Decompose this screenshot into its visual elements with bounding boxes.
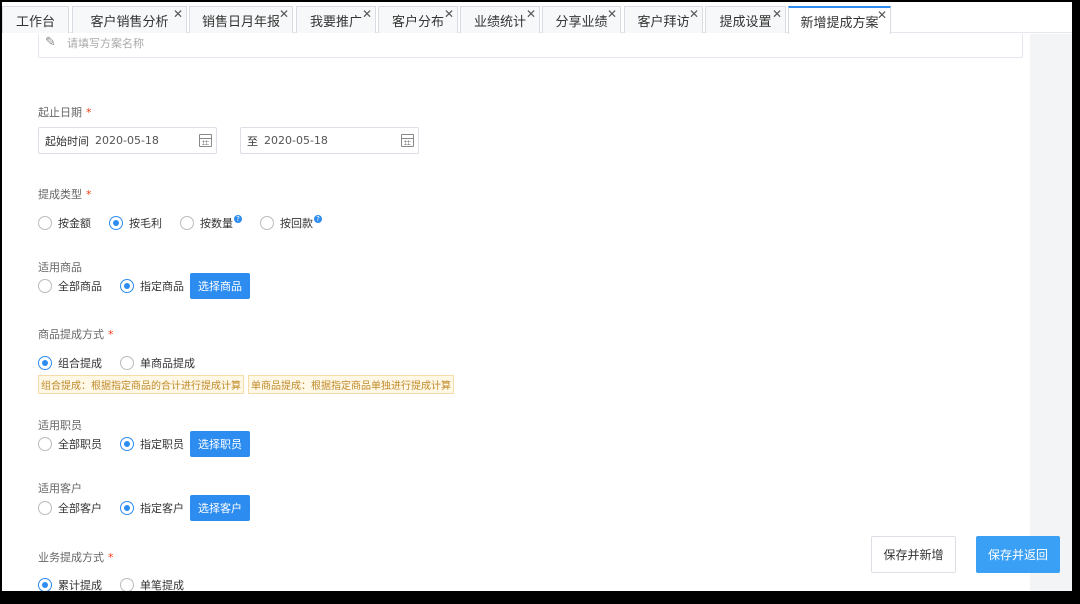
radio-all-customers[interactable]: 全部客户 <box>38 500 102 516</box>
tab-customer-sales-analysis[interactable]: 客户销售分析 ✕ <box>72 6 187 33</box>
tab-label: 工作台 <box>15 14 55 30</box>
tab-customer-distribution[interactable]: 客户分布 ✕ <box>378 6 458 33</box>
radio-all-staff[interactable]: 全部职员 <box>38 436 102 452</box>
tip-single: 单商品提成：根据指定商品单独进行提成计算 <box>248 375 454 394</box>
business-method-group: 累计提成 单笔提成 <box>38 577 202 591</box>
tab-label: 客户销售分析 <box>90 14 169 30</box>
radio-circle-selected[interactable] <box>109 216 123 230</box>
tab-label: 提成设置 <box>719 14 772 30</box>
goods-method-group: 组合提成 单商品提成 <box>38 355 213 371</box>
radio-circle-selected[interactable] <box>120 279 134 293</box>
start-date-picker[interactable]: 起始时间 2020-05-18 <box>38 127 217 154</box>
end-date-value: 2020-05-18 <box>264 134 328 147</box>
start-date-prefix: 起始时间 <box>45 134 89 148</box>
calendar-icon[interactable] <box>199 134 212 147</box>
start-date-value: 2020-05-18 <box>95 134 159 147</box>
tab-label: 客户拜访 <box>637 14 690 30</box>
date-range-label: 起止日期 * <box>38 106 92 119</box>
tab-label: 业绩统计 <box>473 14 526 30</box>
goods-label: 适用商品 <box>38 261 82 274</box>
radio-circle[interactable] <box>38 437 52 451</box>
pencil-icon: ✎ <box>45 35 56 50</box>
radio-circle[interactable] <box>38 216 52 230</box>
radio-specified-goods[interactable]: 指定商品 <box>120 278 184 294</box>
tab-workbench[interactable]: 工作台 <box>2 6 69 33</box>
tab-bar: 工作台 客户销售分析 ✕ 销售日月年报 ✕ 我要推广 ✕ 客户分布 ✕ 业绩统计… <box>2 2 1072 34</box>
radio-circle[interactable] <box>180 216 194 230</box>
radio-single-order-commission[interactable]: 单笔提成 <box>120 577 184 591</box>
business-method-label: 业务提成方式 * <box>38 551 114 564</box>
radio-circle[interactable] <box>120 578 134 591</box>
select-customers-button[interactable]: 选择客户 <box>190 495 250 521</box>
scheme-name-field[interactable]: ✎ <box>38 34 1023 58</box>
tab-label: 销售日月年报 <box>201 14 280 30</box>
customer-label: 适用客户 <box>38 482 82 495</box>
help-icon[interactable]: ? <box>314 215 322 223</box>
radio-circle-selected[interactable] <box>120 437 134 451</box>
app-window: 工作台 客户销售分析 ✕ 销售日月年报 ✕ 我要推广 ✕ 客户分布 ✕ 业绩统计… <box>2 2 1072 591</box>
close-icon[interactable]: ✕ <box>173 8 183 20</box>
required-mark: * <box>108 328 114 341</box>
radio-by-amount[interactable]: 按金额 <box>38 215 91 231</box>
end-date-prefix: 至 <box>247 134 258 148</box>
tab-label: 分享业绩 <box>555 14 608 30</box>
tab-shared-performance[interactable]: 分享业绩 ✕ <box>542 6 621 33</box>
radio-by-quantity[interactable]: 按数量 ? <box>180 215 242 231</box>
save-and-return-button[interactable]: 保存并返回 <box>976 536 1060 573</box>
tab-label: 新增提成方案 <box>800 15 879 31</box>
tab-label: 客户分布 <box>391 14 444 30</box>
staff-label: 适用职员 <box>38 419 82 432</box>
tab-label: 我要推广 <box>309 14 362 30</box>
radio-circle-selected[interactable] <box>38 578 52 591</box>
tab-performance-stats[interactable]: 业绩统计 ✕ <box>460 6 540 33</box>
radio-by-payment[interactable]: 按回款 ? <box>260 215 322 231</box>
help-icon[interactable]: ? <box>234 215 242 223</box>
close-icon[interactable]: ✕ <box>689 8 699 20</box>
radio-combined-commission[interactable]: 组合提成 <box>38 355 102 371</box>
radio-single-goods-commission[interactable]: 单商品提成 <box>120 355 195 371</box>
end-date-picker[interactable]: 至 2020-05-18 <box>240 127 419 154</box>
tip-combined: 组合提成：根据指定商品的合计进行提成计算 <box>38 375 244 394</box>
radio-circle[interactable] <box>38 279 52 293</box>
goods-method-label: 商品提成方式 * <box>38 328 114 341</box>
tab-promotion[interactable]: 我要推广 ✕ <box>296 6 376 33</box>
close-icon[interactable]: ✕ <box>772 8 782 20</box>
goods-group: 全部商品 指定商品 选择商品 <box>38 273 250 299</box>
tab-commission-settings[interactable]: 提成设置 ✕ <box>705 6 786 33</box>
radio-circle[interactable] <box>120 356 134 370</box>
radio-circle-selected[interactable] <box>38 356 52 370</box>
radio-specified-customers[interactable]: 指定客户 <box>120 500 184 516</box>
required-mark: * <box>86 106 92 119</box>
tab-new-commission-scheme[interactable]: 新增提成方案 ✕ <box>788 6 891 34</box>
radio-circle[interactable] <box>38 501 52 515</box>
radio-all-goods[interactable]: 全部商品 <box>38 278 102 294</box>
required-mark: * <box>86 188 92 201</box>
close-icon[interactable]: ✕ <box>279 8 289 20</box>
right-gutter <box>1030 34 1072 591</box>
close-icon[interactable]: ✕ <box>526 8 536 20</box>
tab-customer-visits[interactable]: 客户拜访 ✕ <box>624 6 703 33</box>
select-goods-button[interactable]: 选择商品 <box>190 273 250 299</box>
staff-group: 全部职员 指定职员 选择职员 <box>38 431 250 457</box>
save-and-new-button[interactable]: 保存并新增 <box>871 536 956 573</box>
tab-sales-reports[interactable]: 销售日月年报 ✕ <box>189 6 293 33</box>
radio-specified-staff[interactable]: 指定职员 <box>120 436 184 452</box>
radio-by-gross-profit[interactable]: 按毛利 <box>109 215 162 231</box>
select-staff-button[interactable]: 选择职员 <box>190 431 250 457</box>
scheme-name-input[interactable] <box>67 37 967 50</box>
close-icon[interactable]: ✕ <box>362 8 372 20</box>
close-icon[interactable]: ✕ <box>444 8 454 20</box>
calendar-icon[interactable] <box>401 134 414 147</box>
goods-method-tips: 组合提成：根据指定商品的合计进行提成计算 单商品提成：根据指定商品单独进行提成计… <box>38 375 458 394</box>
customer-group: 全部客户 指定客户 选择客户 <box>38 495 250 521</box>
required-mark: * <box>108 551 114 564</box>
commission-type-label: 提成类型 * <box>38 188 92 201</box>
form-content: ✎ 起止日期* 起始时间 2020-05-18 至 2020-05-18 提成类… <box>2 34 1030 591</box>
close-icon[interactable]: ✕ <box>877 9 887 21</box>
commission-type-group: 按金额 按毛利 按数量 ? 按回款 ? <box>38 215 340 231</box>
radio-circle[interactable] <box>260 216 274 230</box>
radio-cumulative-commission[interactable]: 累计提成 <box>38 577 102 591</box>
radio-circle-selected[interactable] <box>120 501 134 515</box>
close-icon[interactable]: ✕ <box>607 8 617 20</box>
